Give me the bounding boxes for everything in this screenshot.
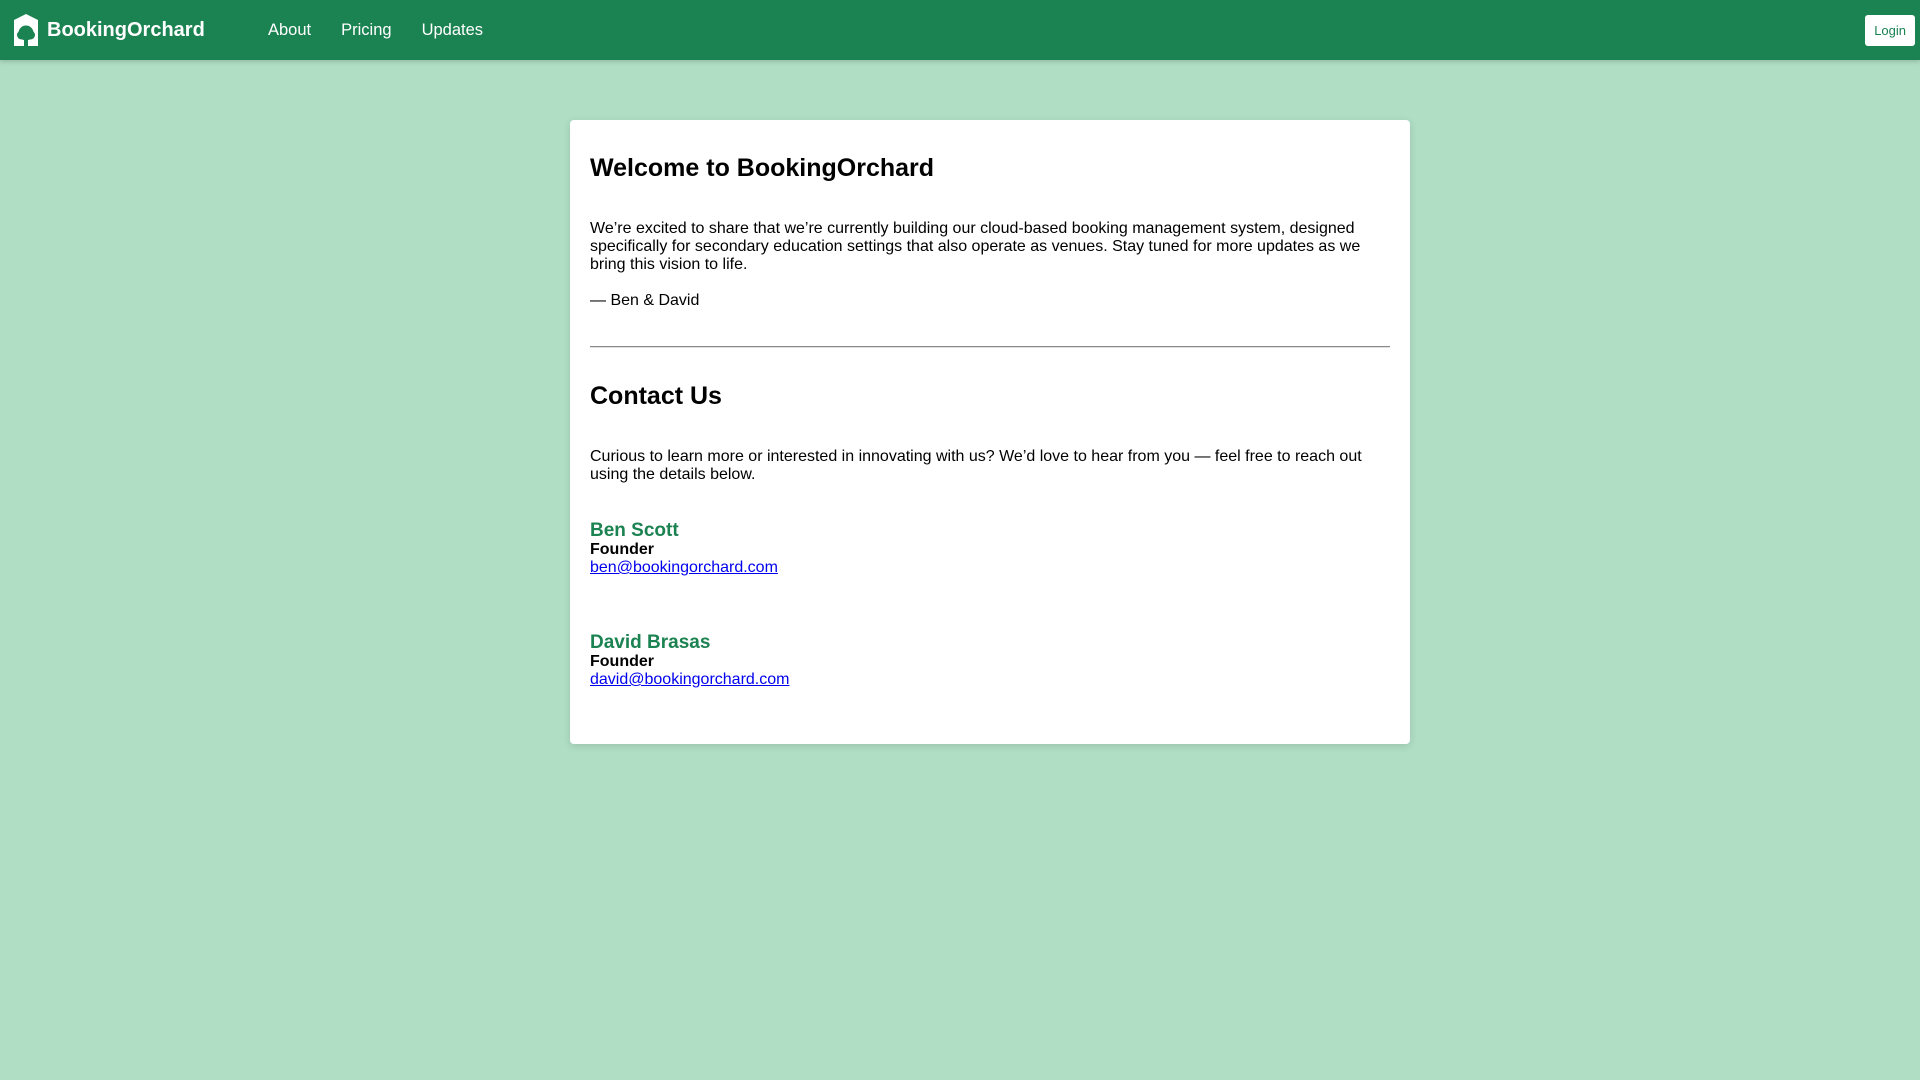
brand-name: BookingOrchard — [47, 18, 205, 41]
contact-intro: Curious to learn more or interested in i… — [590, 448, 1362, 483]
welcome-body: We’re excited to share that we’re curren… — [590, 220, 1361, 273]
contact-name: David Brasas — [590, 632, 711, 653]
contact-role: Founder — [590, 653, 654, 670]
tree-icon — [14, 14, 38, 46]
section-divider — [590, 346, 1390, 348]
welcome-signature: — Ben & David — [590, 292, 700, 309]
content-card: Welcome to BookingOrchard We’re excited … — [570, 120, 1410, 744]
contact-role: Founder — [590, 541, 654, 558]
top-navbar: BookingOrchard About Pricing Updates Log… — [0, 0, 1920, 60]
contact-name: Ben Scott — [590, 520, 679, 541]
contact-title: Contact Us — [590, 382, 722, 410]
nav-link-updates[interactable]: Updates — [422, 21, 483, 40]
nav-link-pricing[interactable]: Pricing — [341, 21, 391, 40]
nav-link-about[interactable]: About — [268, 21, 311, 40]
contact-email-link[interactable]: ben@bookingorchard.com — [590, 559, 778, 577]
brand-logo-link[interactable]: BookingOrchard — [14, 14, 205, 46]
welcome-title: Welcome to BookingOrchard — [590, 154, 935, 182]
login-button[interactable]: Login — [1865, 15, 1915, 46]
nav-links: About Pricing Updates — [268, 0, 513, 60]
contact-email-link[interactable]: david@bookingorchard.com — [590, 671, 789, 689]
